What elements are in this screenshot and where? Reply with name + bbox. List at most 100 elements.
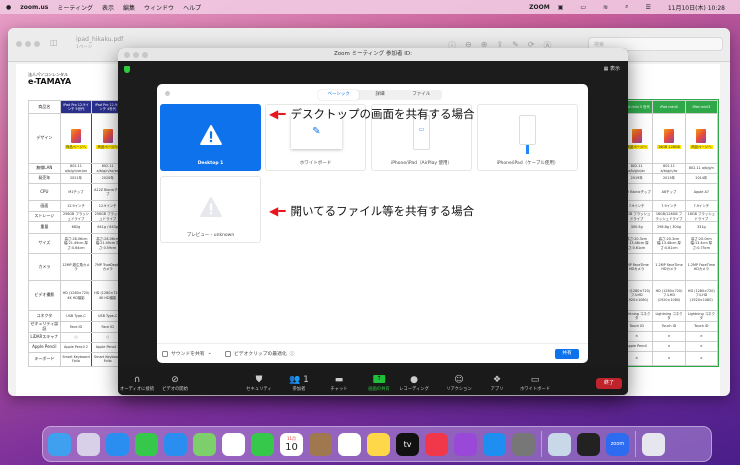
- tile-preview-unknown[interactable]: プレビュー - unknown: [160, 176, 261, 243]
- tile-desktop-1[interactable]: Desktop 1: [160, 104, 261, 171]
- table-cell: iPad mini3: [684, 100, 719, 114]
- dock-separator: [635, 431, 636, 457]
- tv-label: tv: [403, 439, 412, 449]
- toolbar-label: リアクション: [446, 387, 472, 392]
- dock-app-facetime[interactable]: [251, 432, 274, 456]
- toolbar-button-whiteboard[interactable]: ▭ ホワイトボード: [520, 374, 550, 392]
- arrow-left-icon: ◀━: [269, 204, 286, 218]
- dock-app-[interactable]: [193, 432, 216, 456]
- dock-app-[interactable]: [222, 432, 245, 456]
- close-dialog-button[interactable]: [165, 91, 170, 96]
- wifi-icon[interactable]: ≋: [603, 4, 608, 11]
- table-row: 2019年 2015年 2014年: [619, 173, 719, 184]
- menu-window[interactable]: ウィンドウ: [144, 3, 174, 12]
- tab-advanced[interactable]: 詳細: [359, 90, 400, 100]
- table-cell: USB Type-C: [59, 310, 93, 322]
- dock-app-[interactable]: [135, 432, 158, 456]
- optimize-video-checkbox[interactable]: ビデオクリップの最適化 ⓘ: [225, 350, 294, 357]
- toolbar-button-video-off[interactable]: ⊘ ビデオの開始: [162, 374, 188, 392]
- sidebar-toggle-icon[interactable]: ◫: [50, 38, 58, 47]
- toolbar-button-shield[interactable]: ⛊ セキュリティ: [246, 374, 272, 392]
- share-button[interactable]: 共有: [555, 349, 579, 359]
- zoom-meeting-window: Zoom ミーティング 参加者 ID: ▦ 表示 ベーシック 詳細 ファイル D…: [118, 48, 628, 395]
- dock-app-[interactable]: [642, 432, 665, 456]
- share-sound-checkbox[interactable]: サウンドを共有 ⌄: [162, 350, 212, 357]
- spotlight-icon[interactable]: ⌕: [625, 3, 628, 11]
- toolbar-label: アプリ: [490, 387, 504, 392]
- annotation-text: 開いてるファイル等を共有する場合: [290, 204, 475, 218]
- product-page-link[interactable]: 商品ページへ: [64, 144, 88, 150]
- toolbar-button-reaction[interactable]: ☺ リアクション: [446, 374, 472, 392]
- dock-app-[interactable]: [548, 432, 571, 456]
- table-cell: 12.9インチ: [59, 200, 93, 212]
- table-cell: ×: [652, 351, 686, 366]
- row-label: カメラ: [28, 253, 61, 281]
- zoom-status-item[interactable]: ZOOM: [529, 4, 550, 11]
- tab-basic[interactable]: ベーシック: [318, 90, 360, 100]
- row-label: LiDARスキャナ: [28, 331, 61, 343]
- arrow-left-icon: ◀━: [269, 107, 286, 121]
- tab-files[interactable]: ファイル: [401, 90, 442, 100]
- dock-app-[interactable]: [425, 432, 448, 456]
- table-row: Touch ID Touch ID Touch ID: [619, 321, 719, 332]
- checkbox-label: ビデオクリップの最適化: [234, 352, 287, 357]
- product-page-link[interactable]: 商品ページへ: [689, 144, 713, 150]
- toolbar-button-chat[interactable]: ▬ チャット: [330, 374, 347, 392]
- row-label: 画面: [28, 200, 61, 212]
- table-cell: Face ID: [59, 321, 93, 333]
- menu-edit[interactable]: 編集: [123, 3, 135, 12]
- product-page-link[interactable]: 商品ページへ: [625, 144, 649, 150]
- row-label: CPU: [28, 183, 61, 201]
- product-page-link[interactable]: 16GB 128GB: [657, 144, 681, 150]
- dock-app-launchpad[interactable]: [77, 432, 100, 456]
- toolbar-button-participants[interactable]: 👥 1 参加者: [289, 374, 309, 392]
- toolbar-button-headphones[interactable]: ∩ オーディオに接続: [120, 374, 154, 392]
- menu-help[interactable]: ヘルプ: [183, 3, 201, 12]
- video-off-icon: ⊘: [171, 375, 179, 385]
- warning-icon: [200, 125, 222, 145]
- dock-app-[interactable]: [367, 432, 390, 456]
- tile-label: プレビュー - unknown: [186, 233, 235, 238]
- menu-app-name[interactable]: zoom.us: [20, 4, 48, 11]
- dock-app-finder[interactable]: [48, 432, 71, 456]
- dialog-footer: サウンドを共有 ⌄ ビデオクリップの最適化 ⓘ 共有: [157, 343, 588, 363]
- whiteboard-icon: ▭: [530, 375, 540, 385]
- dock-app-app-store[interactable]: [483, 432, 506, 456]
- window-controls[interactable]: [124, 51, 148, 58]
- toolbar-button-apps[interactable]: ❖ アプリ: [491, 374, 504, 392]
- table-row: 画面 12.9インチ 12.9インチ: [28, 200, 124, 212]
- battery-icon[interactable]: ▭: [580, 4, 586, 11]
- help-icon[interactable]: ⓘ: [290, 350, 295, 357]
- dock-app-[interactable]: [512, 432, 535, 456]
- dock-app-tv[interactable]: tv: [396, 432, 419, 456]
- end-meeting-button[interactable]: 終了: [596, 378, 622, 389]
- product-page-link[interactable]: 商品ページへ: [96, 144, 119, 150]
- dock-app-podcast[interactable]: [454, 432, 477, 456]
- toolbar-button-record[interactable]: ● レコーディング: [399, 374, 429, 392]
- tile-iphone-cable[interactable]: iPhone/iPad（ケーブル使用）: [477, 104, 578, 171]
- dock-app-safari[interactable]: [106, 432, 129, 456]
- table-cell: M1チップ: [59, 183, 93, 201]
- toolbar-button-share-screen[interactable]: ↑ 画面の共有: [368, 375, 390, 392]
- table-row: ストレージ 256GB フラッシュドライブ 256GB フラッシュドライブ: [28, 211, 124, 222]
- menu-meeting[interactable]: ミーティング: [57, 3, 93, 12]
- encryption-shield-icon[interactable]: [124, 66, 130, 73]
- reaction-icon: ☺: [454, 375, 464, 385]
- dock-app-[interactable]: 11月 10: [280, 432, 303, 456]
- dock-app-[interactable]: [338, 432, 361, 456]
- window-controls[interactable]: [16, 41, 40, 47]
- dock-app-quicktime-player[interactable]: [577, 432, 600, 456]
- table-cell: 2015年: [652, 173, 686, 184]
- dock-app-zoom-us[interactable]: zoom: [606, 432, 629, 456]
- apple-icon[interactable]: ●: [6, 4, 11, 11]
- control-center-icon[interactable]: ☰: [645, 4, 650, 11]
- zoom-label: zoom: [610, 441, 625, 447]
- input-icon[interactable]: ▣: [558, 4, 564, 11]
- dock-app-[interactable]: [309, 432, 332, 456]
- clock[interactable]: 11月10日(木) 10:28: [668, 3, 725, 12]
- table-row: 7MP FaceTime HDカメラ 1.2MP FaceTime HDカメラ 1.…: [619, 253, 719, 281]
- dock-app-[interactable]: [164, 432, 187, 456]
- table-row: 商品ページへ 16GB 128GB 商品ページへ: [619, 113, 719, 164]
- view-button[interactable]: ▦ 表示: [604, 65, 620, 72]
- menu-view[interactable]: 表示: [102, 3, 114, 12]
